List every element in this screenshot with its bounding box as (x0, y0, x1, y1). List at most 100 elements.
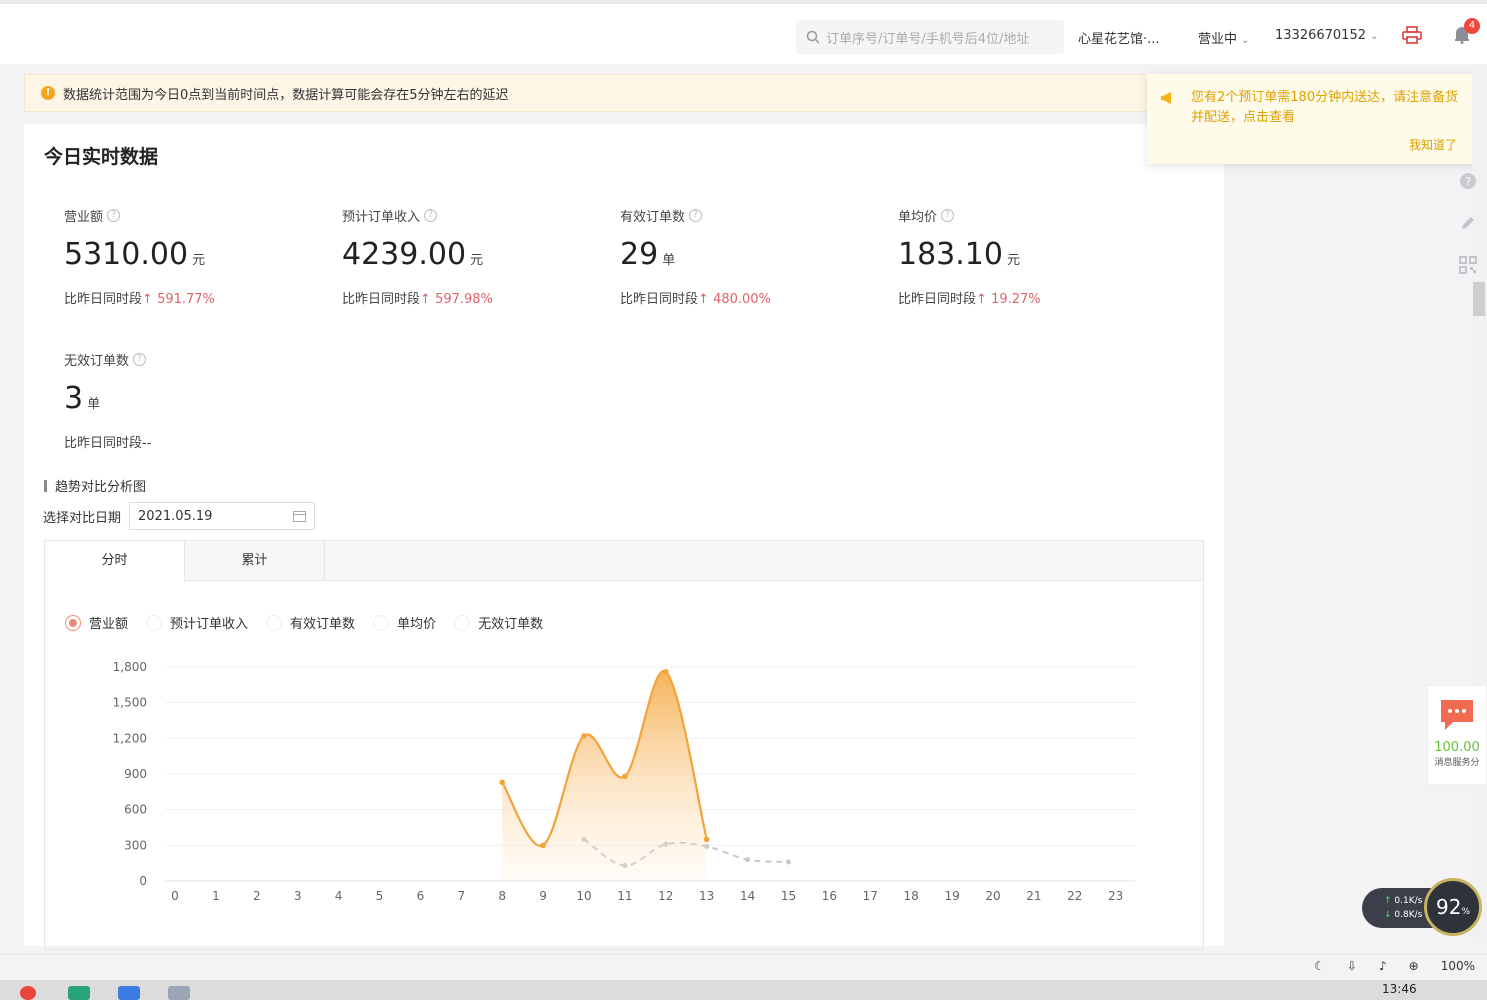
compare-prefix: 比昨日同时段-- (64, 436, 152, 451)
compare-value: 19.27% (991, 292, 1041, 307)
store-selector[interactable]: 心星花艺馆·... (1078, 28, 1160, 47)
metric-valid-orders: 有效订单数? 29 单 比昨日同时段↑ 480.00% (620, 206, 880, 307)
revenue-series-point (581, 733, 587, 739)
metric-value: 5310.00 (64, 237, 189, 272)
chat-bubble-icon (1441, 700, 1473, 730)
app-icon[interactable] (168, 986, 190, 1000)
moon-icon[interactable]: ☾ (1314, 959, 1325, 973)
business-status-dropdown[interactable]: 营业中 ⌄ (1198, 28, 1250, 47)
metric-label: 单均价 (898, 210, 938, 225)
download-icon[interactable]: ⇩ (1347, 959, 1357, 973)
x-tick-label: 19 (944, 889, 959, 903)
status-tools: ☾ ⇩ ♪ ⊕ 100% (1314, 959, 1475, 973)
order-search-input[interactable]: 订单序号/订单号/手机号后4位/地址 (796, 20, 1064, 54)
page-title: 今日实时数据 (44, 146, 159, 168)
zoom-in-icon[interactable]: ⊕ (1409, 959, 1419, 973)
help-icon[interactable]: ? (689, 209, 703, 222)
percent-unit: % (1461, 907, 1470, 917)
realtime-panel: 今日实时数据 营业额? 5310.00 元 比昨日同时段↑ 591.77% 预计订… (24, 124, 1224, 950)
upload-value: 0.1K/s (1394, 896, 1423, 906)
compare-series-point (745, 857, 751, 863)
revenue-series-point (622, 773, 628, 780)
compare-series-point (786, 859, 791, 865)
metric-revenue: 营业额? 5310.00 元 比昨日同时段↑ 591.77% (64, 206, 324, 307)
date-value: 2021.05.19 (138, 508, 213, 524)
qrcode-icon[interactable] (1448, 244, 1487, 286)
printer-icon[interactable] (1402, 26, 1422, 48)
trend-chart: 03006009001,2001,5001,8000 1 2 3 4 5 6 7 8 9 10 11 1… (113, 660, 1136, 903)
browser-status-bar: ☾ ⇩ ♪ ⊕ 100% (0, 954, 1487, 980)
metric-label: 无效订单数 (64, 354, 130, 369)
metric-value: 29 (620, 237, 659, 272)
message-service-widget[interactable]: 100.00 消息服务分 (1427, 685, 1487, 785)
y-tick-label: 300 (124, 838, 147, 852)
megaphone-icon (1161, 92, 1171, 104)
revenue-series-point (703, 836, 710, 843)
service-score: 100.00 (1434, 740, 1480, 755)
metric-unit: 单 (87, 397, 101, 412)
up-arrow-icon: ↑ (1384, 896, 1392, 906)
x-tick-label: 6 (417, 889, 425, 903)
search-placeholder: 订单序号/订单号/手机号后4位/地址 (826, 31, 1030, 47)
business-status-label: 营业中 (1198, 32, 1238, 47)
chrome-icon[interactable] (20, 986, 36, 1000)
compare-date-row: 选择对比日期 2021.05.19 (43, 502, 316, 530)
metric-label: 营业额 (64, 210, 104, 225)
section-marker (44, 479, 47, 492)
zoom-level[interactable]: 100% (1441, 959, 1475, 973)
download-value: 0.8K/s (1394, 910, 1423, 920)
help-icon[interactable]: ? (133, 353, 147, 366)
top-bar: 订单序号/订单号/手机号后4位/地址 心星花艺馆·... 营业中 ⌄ 13326… (0, 0, 1487, 64)
help-icon[interactable]: ? (424, 209, 438, 222)
compare-date-input[interactable]: 2021.05.19 (129, 502, 316, 530)
preorder-reminder-popup[interactable]: 您有2个预订单需180分钟内送达，请注意备货并配送，点击查看 我知道了 (1147, 74, 1487, 164)
x-tick-label: 23 (1108, 889, 1123, 903)
down-arrow-icon: ↓ (1384, 910, 1392, 920)
x-tick-label: 10 (576, 889, 591, 903)
data-notice-bar: ! 数据统计范围为今日0点到当前时间点，数据计算可能会存在5分钟左右的延迟 (24, 74, 1204, 112)
revenue-series-point (540, 842, 546, 849)
y-tick-label: 1,200 (113, 731, 147, 745)
compare-value: 591.77% (157, 292, 215, 307)
metric-unit: 单 (662, 253, 676, 268)
help-icon[interactable]: ? (107, 209, 121, 222)
speaker-icon[interactable]: ♪ (1379, 959, 1387, 973)
metric-unit: 元 (1006, 253, 1020, 268)
network-speed-widget: ↑ 0.1K/s ↓ 0.8K/s 92% (1362, 878, 1482, 938)
compare-value: 597.98% (435, 292, 493, 307)
scrollbar-thumb[interactable] (1473, 282, 1485, 316)
popup-dismiss-button[interactable]: 我知道了 (1409, 136, 1457, 153)
metric-invalid-orders: 无效订单数? 3单 比昨日同时段-- (64, 350, 324, 451)
help-circle-icon[interactable]: ? (1448, 160, 1487, 202)
revenue-series-point (663, 668, 669, 675)
search-icon (806, 30, 820, 44)
x-tick-label: 4 (335, 889, 343, 903)
help-icon[interactable]: ? (941, 209, 955, 222)
up-arrow-icon: ↑ (142, 292, 153, 307)
metric-label: 有效订单数 (620, 210, 686, 225)
popup-message: 您有2个预订单需180分钟内送达，请注意备货并配送，点击查看 (1191, 90, 1459, 125)
metric-unit: 元 (192, 253, 206, 268)
edit-icon[interactable] (1448, 202, 1487, 244)
cpu-percent: 92% (1424, 878, 1482, 936)
y-tick-label: 0 (139, 874, 147, 888)
y-tick-label: 1,800 (113, 660, 147, 674)
app-icon[interactable] (118, 986, 140, 1000)
x-tick-label: 11 (617, 889, 632, 903)
metric-value: 3 (64, 381, 84, 416)
y-tick-label: 1,500 (113, 696, 147, 710)
x-tick-label: 17 (863, 889, 878, 903)
x-tick-label: 5 (376, 889, 384, 903)
metric-label: 预计订单收入 (342, 210, 421, 225)
trend-section-title: 趋势对比分析图 (44, 476, 146, 495)
account-dropdown[interactable]: 13326670152 ⌄ (1275, 28, 1379, 43)
y-tick-label: 900 (124, 767, 147, 781)
os-taskbar (0, 980, 1487, 1000)
x-tick-label: 7 (457, 889, 465, 903)
x-tick-label: 12 (658, 889, 673, 903)
x-tick-label: 21 (1026, 889, 1041, 903)
up-arrow-icon: ↑ (420, 292, 431, 307)
metric-expected-income: 预计订单收入? 4239.00 元 比昨日同时段↑ 597.98% (342, 206, 602, 307)
right-toolbar: ? (1448, 160, 1487, 286)
app-icon[interactable] (68, 986, 90, 1000)
